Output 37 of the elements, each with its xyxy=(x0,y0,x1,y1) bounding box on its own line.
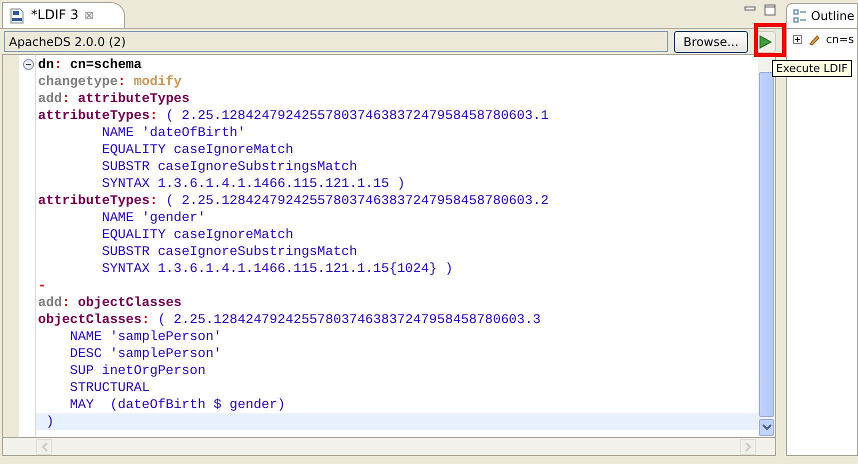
file-icon xyxy=(9,8,25,24)
collapse-icon[interactable] xyxy=(23,59,34,70)
play-icon xyxy=(758,34,772,48)
code-line: dn: cn=schema xyxy=(37,56,143,73)
connection-field[interactable]: ApacheDS 2.0.0 (2) xyxy=(4,31,668,52)
maximize-icon[interactable] xyxy=(764,4,776,16)
tree-item[interactable]: cn=s xyxy=(826,33,854,46)
code-line: EQUALITY caseIgnoreMatch xyxy=(100,141,294,158)
code-line: SUP inetOrgPerson xyxy=(68,362,207,379)
code-line: STRUCTURAL xyxy=(68,379,151,396)
expand-icon[interactable] xyxy=(793,35,802,44)
code-line: - xyxy=(37,277,47,294)
code-line: DESC 'samplePerson' xyxy=(68,345,223,362)
code-line: NAME 'dateOfBirth' xyxy=(100,124,246,141)
code-line: SUBSTR caseIgnoreSubstringsMatch xyxy=(100,243,358,260)
code-line: NAME 'gender' xyxy=(100,209,207,226)
outline-icon xyxy=(793,9,807,23)
code-line: SUBSTR caseIgnoreSubstringsMatch xyxy=(100,158,358,175)
scrollbar-thumb[interactable] xyxy=(759,72,774,417)
code-line: SYNTAX 1.3.6.1.4.1.1466.115.121.1.15{1024} ) xyxy=(100,260,454,277)
code-line: attributeTypes: ( 2.25.128424792425578037463837247958458780603.2 xyxy=(37,192,550,209)
code-line: add: attributeTypes xyxy=(37,90,191,107)
tooltip: Execute LDIF xyxy=(772,60,852,77)
code-line: changetype: modify xyxy=(37,73,183,90)
editor-tab[interactable]: *LDIF 3 ⊠ xyxy=(2,2,125,28)
code-line: MAY (dateOfBirth $ gender) xyxy=(68,396,286,413)
pencil-icon xyxy=(808,34,820,46)
browse-button[interactable]: Browse... xyxy=(674,30,748,52)
code-line: objectClasses: ( 2.25.128424792425578037463837247958458780603.3 xyxy=(37,311,542,328)
chevron-down-icon[interactable] xyxy=(762,424,772,431)
code-line: EQUALITY caseIgnoreMatch xyxy=(100,226,294,243)
code-line: SYNTAX 1.3.6.1.4.1.1466.115.121.1.15 ) xyxy=(100,175,406,192)
tab-title: *LDIF 3 xyxy=(31,8,78,23)
code-line: attributeTypes: ( 2.25.128424792425578037463837247958458780603.1 xyxy=(37,107,550,124)
code-line: NAME 'samplePerson' xyxy=(68,328,223,345)
close-icon[interactable]: ⊠ xyxy=(84,9,94,22)
code-line: add: objectClasses xyxy=(37,294,183,311)
